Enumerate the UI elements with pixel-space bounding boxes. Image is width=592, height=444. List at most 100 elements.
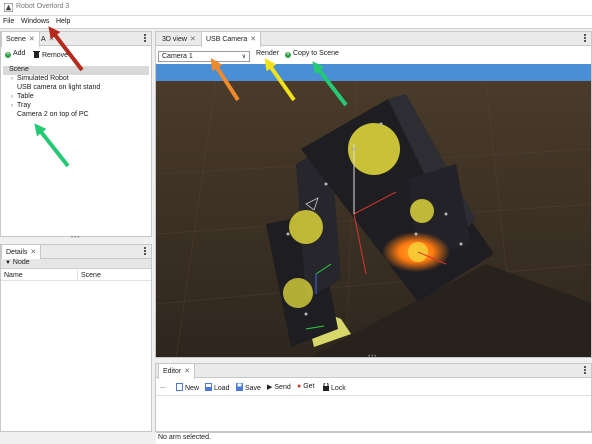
tab-usb-camera-label: USB Camera <box>206 36 248 43</box>
lock-button[interactable]: Lock <box>323 382 346 392</box>
save-button[interactable]: Save <box>236 383 261 392</box>
section-node-label: Node <box>12 259 30 266</box>
scene-tabbar: Scene ✕ A ✕ <box>1 32 151 47</box>
editor-tabbar: Editor ✕ <box>156 364 591 379</box>
load-icon <box>205 383 212 391</box>
close-icon[interactable]: ✕ <box>49 36 55 43</box>
tree-item-label: Simulated Robot <box>17 75 69 82</box>
tab-editor-label: Editor <box>163 368 182 375</box>
send-button[interactable]: ▶ Send <box>267 383 291 391</box>
tree-item-scene[interactable]: Scene <box>3 66 149 75</box>
editor-panel: Editor ✕ ... New Load Save ▶ Send ● Get Loc… <box>155 363 592 432</box>
add-label: Add <box>13 50 26 57</box>
get-button[interactable]: ● Get <box>297 383 315 390</box>
tab-a-label: A <box>41 36 46 43</box>
tab-scene[interactable]: Scene ✕ <box>1 32 40 47</box>
joint-disc <box>348 123 400 175</box>
close-icon[interactable]: ✕ <box>30 249 36 256</box>
more-vert-icon[interactable] <box>144 34 147 44</box>
close-icon[interactable]: ✕ <box>190 36 196 43</box>
save-label: Save <box>245 385 261 392</box>
status-bar: No arm selected. <box>156 432 592 444</box>
tree-item-label: USB camera on light stand <box>17 84 101 91</box>
joint-disc <box>410 199 434 223</box>
remove-button[interactable]: Remove <box>33 50 68 59</box>
splitter-handle[interactable]: ••• <box>71 235 80 241</box>
tree-item-label: Scene <box>9 66 29 73</box>
camera-viewport[interactable] <box>156 64 592 358</box>
tab-usb-camera[interactable]: USB Camera ✕ <box>201 32 262 47</box>
joint-disc <box>289 210 323 244</box>
menu-help[interactable]: Help <box>56 18 70 25</box>
tree-item-label: Table <box>17 93 34 100</box>
window-title: Robot Overlord 3 <box>16 3 70 10</box>
name-field[interactable]: Scene <box>77 270 149 281</box>
copy-to-scene-button[interactable]: + Copy to Scene <box>285 50 339 58</box>
section-node[interactable]: ▼ Node <box>1 259 151 269</box>
camera-select[interactable]: Camera 1 ∨ <box>158 51 250 62</box>
close-icon[interactable]: ✕ <box>250 36 256 43</box>
new-label: New <box>185 385 200 392</box>
tree-item-tray[interactable]: › Tray <box>3 102 149 111</box>
sky-background <box>156 64 591 81</box>
copy-to-scene-label: Copy to Scene <box>293 50 339 57</box>
details-tabbar: Details ✕ <box>1 245 151 260</box>
tree-item-camera-2[interactable]: Camera 2 on top of PC <box>3 111 149 120</box>
add-icon: + <box>5 52 11 58</box>
new-file-icon <box>176 383 183 391</box>
chevron-down-icon: ▼ <box>5 260 11 266</box>
joint-disc <box>283 278 313 308</box>
scene-toolbar: + Add Remove <box>1 48 151 61</box>
record-icon: ● <box>297 383 302 390</box>
lock-icon <box>323 382 329 391</box>
lock-label: Lock <box>331 385 346 392</box>
get-label: Get <box>303 383 315 390</box>
add-icon: + <box>285 52 291 58</box>
close-icon[interactable]: ✕ <box>184 368 190 375</box>
trash-icon <box>33 51 40 58</box>
load-button[interactable]: Load <box>205 383 230 392</box>
menu-file[interactable]: File <box>3 18 14 25</box>
play-icon: ▶ <box>267 384 273 391</box>
details-panel: Details ✕ ▼ Node Name Scene <box>0 244 152 432</box>
status-text: No arm selected. <box>158 434 211 441</box>
more-vert-icon[interactable] <box>144 247 147 257</box>
render-button[interactable]: Render <box>256 50 279 57</box>
menu-windows[interactable]: Windows <box>21 18 49 25</box>
more-vert-icon[interactable] <box>584 34 587 44</box>
view-tabbar: 3D view ✕ USB Camera ✕ <box>156 32 591 47</box>
save-icon <box>236 383 243 391</box>
tree-item-simulated-robot[interactable]: › Simulated Robot <box>3 75 149 84</box>
tab-a[interactable]: A ✕ <box>37 32 59 46</box>
tab-editor[interactable]: Editor ✕ <box>158 364 196 379</box>
send-label: Send <box>274 384 291 391</box>
tab-3d-view[interactable]: 3D view ✕ <box>158 32 200 46</box>
remove-label: Remove <box>42 52 69 59</box>
tree-item-label: Camera 2 on top of PC <box>17 111 89 118</box>
more-vert-icon[interactable] <box>584 366 587 376</box>
tree-item-table[interactable]: › Table <box>3 93 149 102</box>
app-icon <box>4 3 13 12</box>
camera-select-value: Camera 1 <box>162 53 193 60</box>
editor-toolbar: ... New Load Save ▶ Send ● Get Lock <box>156 381 591 394</box>
more-button[interactable]: ... <box>160 383 166 390</box>
property-row-name: Name Scene <box>1 270 151 281</box>
tab-details-label: Details <box>6 249 28 256</box>
tab-scene-label: Scene <box>6 36 26 43</box>
title-bar: Robot Overlord 3 <box>0 0 592 16</box>
scene-panel: Scene ✕ A ✕ + Add Remove Scene › Simulated R… <box>0 31 152 241</box>
menu-bar: File Windows Help <box>0 16 592 29</box>
new-button[interactable]: New <box>176 383 199 392</box>
editor-text-area[interactable] <box>156 395 591 431</box>
view-toolbar: Camera 1 ∨ Render + Copy to Scene <box>156 48 591 62</box>
tab-details[interactable]: Details ✕ <box>1 245 42 260</box>
property-key: Name <box>4 272 23 279</box>
add-button[interactable]: + Add <box>5 50 25 58</box>
tab-3d-view-label: 3D view <box>162 36 187 43</box>
splitter-handle[interactable]: ••• <box>368 354 377 357</box>
chevron-down-icon: ∨ <box>241 54 246 60</box>
tree-item-label: Tray <box>17 102 31 109</box>
view-panel: 3D view ✕ USB Camera ✕ Camera 1 ∨ Render +… <box>155 31 592 358</box>
tree-item-usb-camera[interactable]: USB camera on light stand <box>3 84 149 93</box>
close-icon[interactable]: ✕ <box>29 36 35 43</box>
